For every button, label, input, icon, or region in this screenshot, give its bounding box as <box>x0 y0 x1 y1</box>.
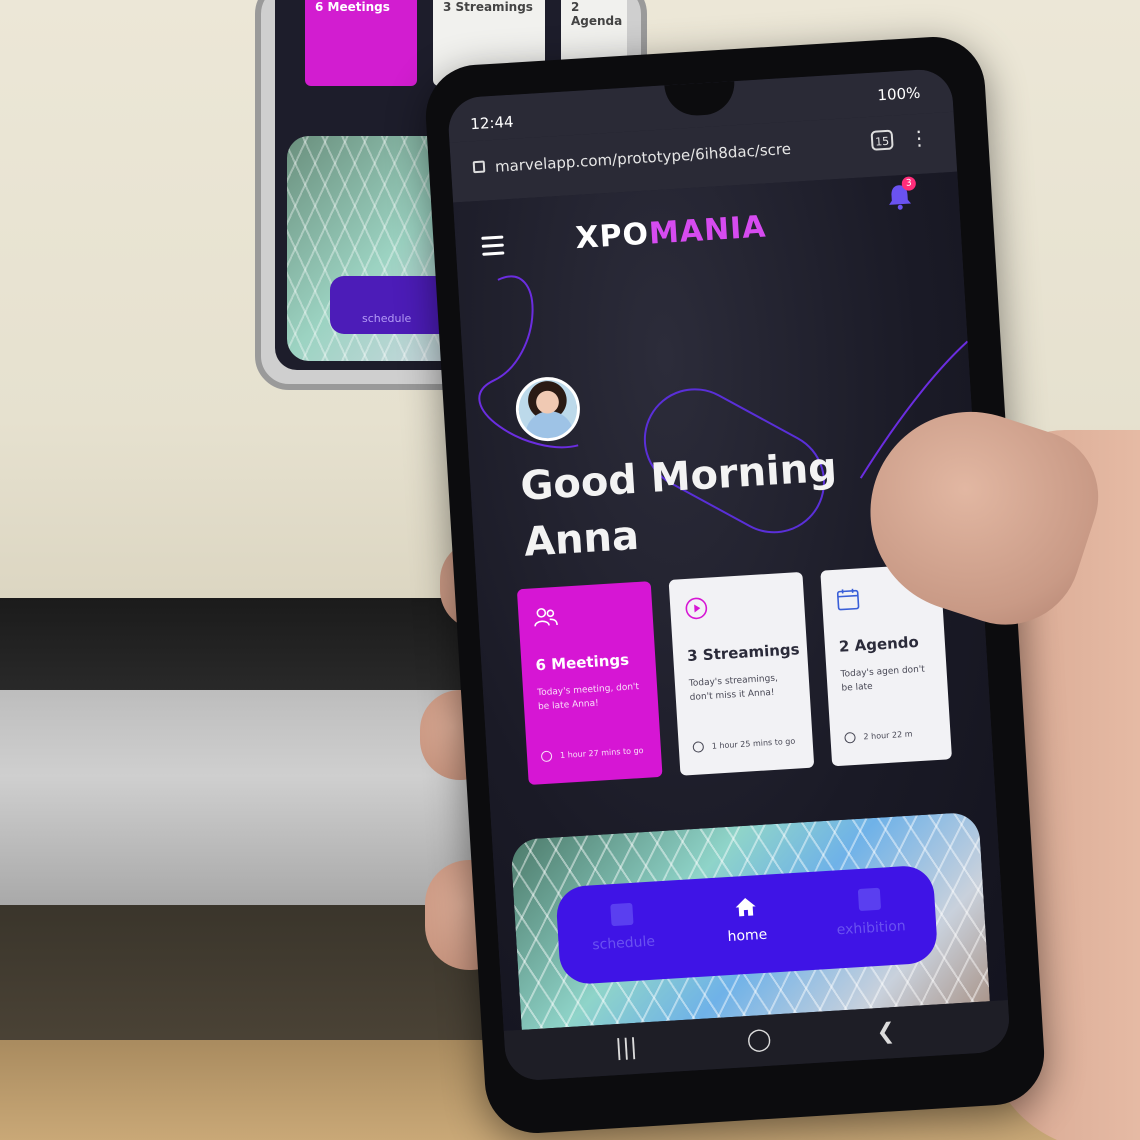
battery-level: 100% <box>876 83 921 105</box>
nav-home-label: home <box>727 926 768 946</box>
card-title: 6 Meetings <box>534 650 630 675</box>
nav-home[interactable]: home <box>690 893 803 948</box>
home-button[interactable]: ◯ <box>746 1027 772 1053</box>
lock-icon <box>472 160 486 174</box>
play-icon <box>685 597 708 620</box>
url-text[interactable]: marvelapp.com/prototype/6ih8dac/scre <box>494 140 791 176</box>
card-description: Today's meeting, don't be late Anna! <box>536 682 640 713</box>
map-icon <box>857 887 882 912</box>
people-icon <box>534 608 558 627</box>
greeting: Good Morning Anna <box>519 440 842 571</box>
recent-apps-button[interactable]: ||| <box>614 1035 638 1061</box>
monitor-nav-label: schedule <box>362 312 412 325</box>
clock-icon <box>844 731 856 744</box>
monitor-card-meetings: 6 Meetings <box>305 0 417 86</box>
card-eta-text: 1 hour 25 mins to go <box>711 736 796 751</box>
logo-part-2: MANIA <box>647 209 768 252</box>
schedule-icon <box>610 902 634 927</box>
card-title: 3 Streamings <box>686 640 801 666</box>
tab-count-button[interactable]: 15 <box>870 129 894 151</box>
card-eta: 1 hour 27 mins to go <box>540 745 644 763</box>
meetings-card[interactable]: 6 Meetings Today's meeting, don't be lat… <box>516 581 663 785</box>
status-time: 12:44 <box>469 112 515 134</box>
streamings-card[interactable]: 3 Streamings Today's streamings, don't m… <box>668 571 815 776</box>
nav-schedule[interactable]: schedule <box>566 900 679 955</box>
nav-exhibition[interactable]: exhibition <box>814 885 927 940</box>
nav-schedule-label: schedule <box>591 933 656 954</box>
card-eta: 1 hour 25 mins to go <box>692 736 795 753</box>
nav-exhibition-label: exhibition <box>836 918 907 939</box>
card-eta-text: 2 hour 22 m <box>863 729 913 742</box>
card-eta-text: 1 hour 27 mins to go <box>559 745 644 760</box>
more-menu-icon[interactable]: ⋮ <box>908 125 929 150</box>
menu-button[interactable] <box>481 235 505 260</box>
back-button[interactable]: ❮ <box>876 1019 896 1045</box>
calendar-icon <box>836 588 860 611</box>
logo-part-1: XPO <box>574 216 651 257</box>
home-icon <box>735 897 756 917</box>
clock-icon <box>692 741 705 753</box>
card-title: 2 Agendo <box>838 632 920 656</box>
clock-icon <box>540 750 553 763</box>
card-eta: 2 hour 22 m <box>844 728 913 744</box>
card-description: Today's streamings, don't miss it Anna! <box>688 673 779 703</box>
card-description: Today's agen don't be late <box>840 664 926 694</box>
notification-bell-icon[interactable]: 3 <box>884 176 917 212</box>
photo-scene: 6 Meetings 3 Streamings 2 Agenda schedul… <box>0 0 1140 1140</box>
